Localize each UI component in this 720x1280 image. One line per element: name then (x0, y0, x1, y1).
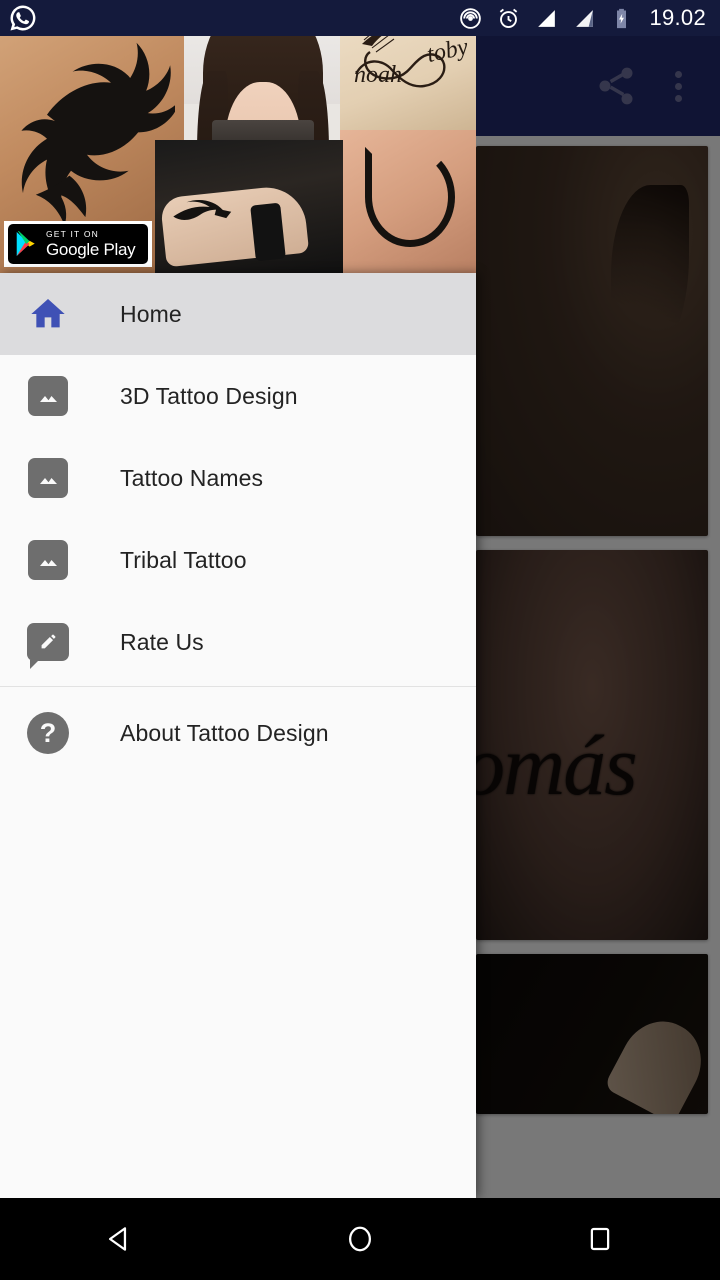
house-ad-banner[interactable]: noah toby GET IT ON Google Play (0, 0, 476, 273)
tribal-forearm-tattoo (155, 140, 343, 273)
signal-icon-2 (576, 9, 594, 27)
home-circle-icon[interactable] (300, 1198, 420, 1280)
image-icon (22, 534, 74, 586)
system-navigation-bar (0, 1198, 720, 1280)
drawer-item-label: 3D Tattoo Design (120, 382, 298, 409)
status-notifications (0, 0, 458, 36)
drawer-item-label: About Tattoo Design (120, 719, 329, 746)
google-play-badge[interactable]: GET IT ON Google Play (4, 221, 152, 267)
image-icon (22, 370, 74, 422)
whatsapp-icon (8, 3, 38, 33)
drawer-item-tattoo-names[interactable]: Tattoo Names (0, 437, 476, 519)
google-play-icon (16, 231, 35, 256)
help-circle-icon: ? (22, 707, 74, 759)
drawer-item-rate-us[interactable]: Rate Us (0, 601, 476, 683)
rate-review-icon (22, 616, 74, 669)
navigation-drawer: Home 3D Tattoo Design Tattoo Names Triba… (0, 273, 476, 1198)
home-icon (22, 288, 74, 340)
image-icon (22, 452, 74, 504)
status-bar: 19.02 (0, 0, 720, 36)
drawer-item-about-tattoo-design[interactable]: ? About Tattoo Design (0, 687, 476, 779)
tattoo-name-left: noah (354, 62, 402, 88)
play-badge-big-label: Google Play (46, 239, 136, 259)
drawer-item-label: Rate Us (120, 628, 204, 655)
phone-screen: omás 19.02 noah toby GET IT ON Google Pl… (0, 0, 720, 1280)
drawer-item-3d-tattoo-design[interactable]: 3D Tattoo Design (0, 355, 476, 437)
drawer-item-label: Tribal Tattoo (120, 546, 247, 573)
cast-icon (460, 7, 482, 29)
drawer-item-label: Tattoo Names (120, 464, 264, 491)
hook-hand-tattoo (340, 130, 476, 273)
back-triangle-icon[interactable] (60, 1198, 180, 1280)
drawer-item-tribal-tattoo[interactable]: Tribal Tattoo (0, 519, 476, 601)
signal-icon-1 (538, 9, 556, 27)
drawer-item-home[interactable]: Home (0, 273, 476, 355)
battery-charging-icon (617, 8, 627, 28)
drawer-item-label: Home (120, 300, 182, 327)
alarm-icon (500, 8, 518, 28)
status-clock: 19.02 (649, 5, 706, 30)
recents-square-icon[interactable] (540, 1198, 660, 1280)
status-system-icons: 19.02 (458, 0, 720, 36)
play-badge-small-label: GET IT ON (46, 229, 99, 240)
